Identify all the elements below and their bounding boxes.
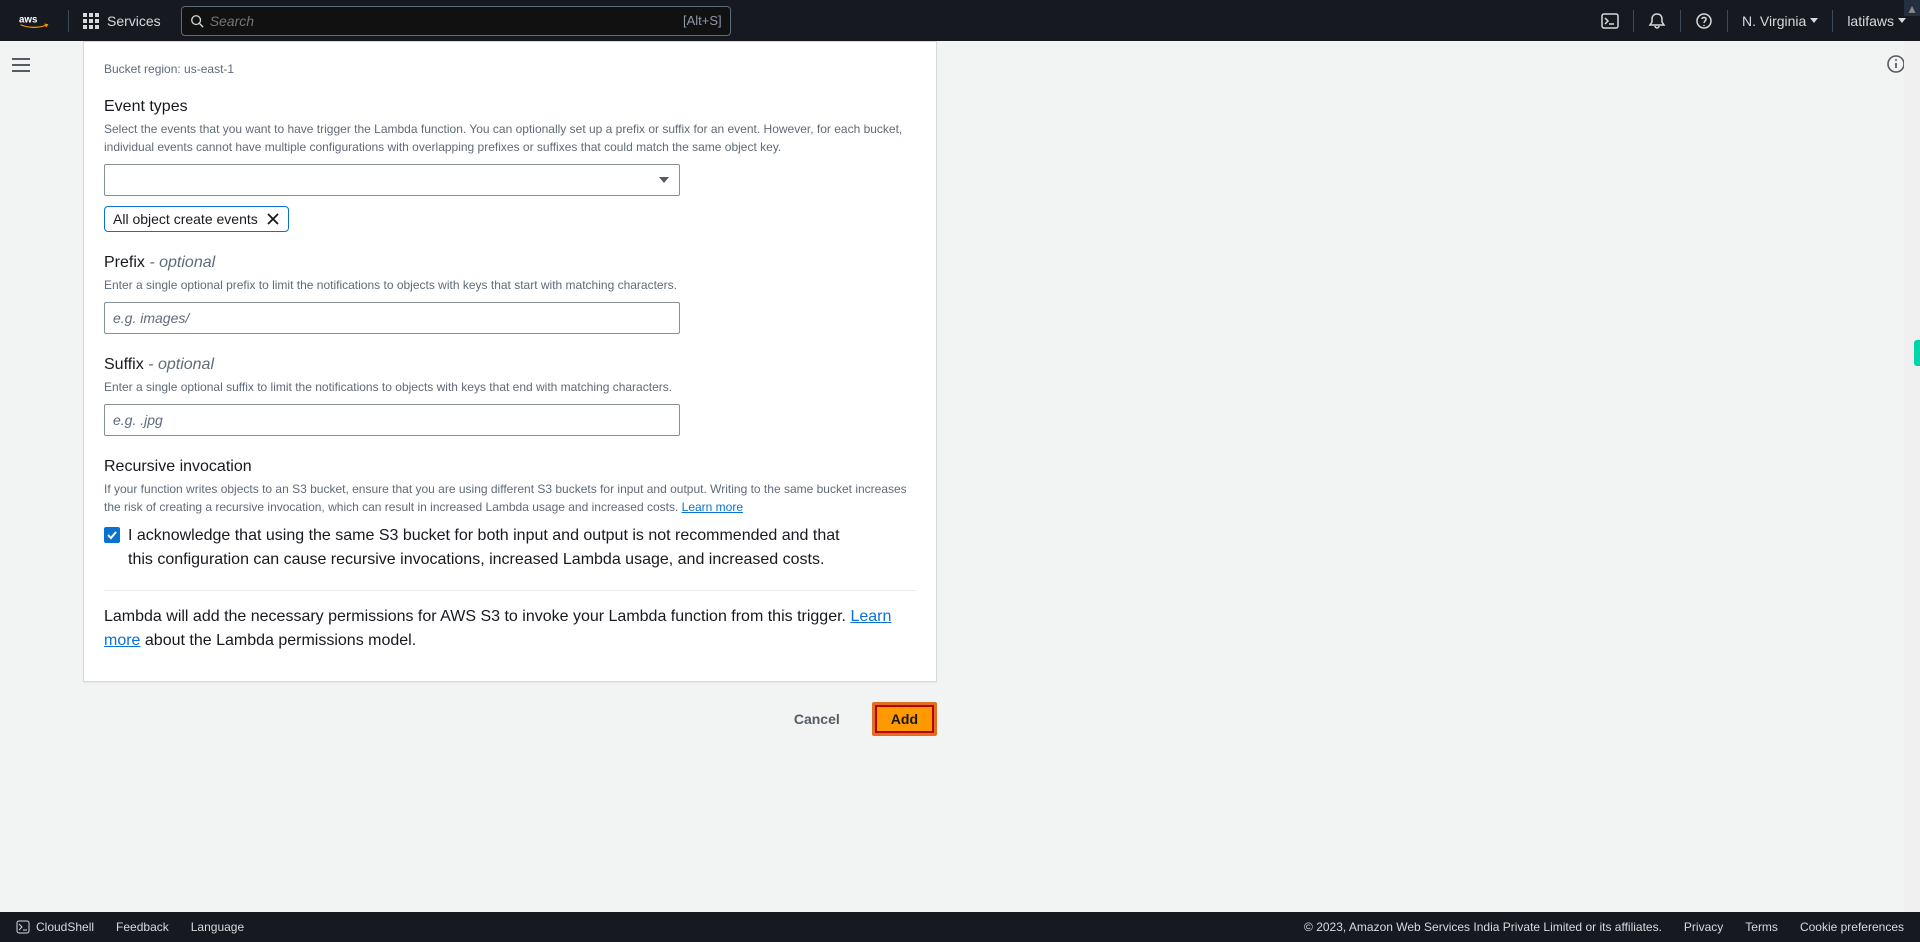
recursive-ack-checkbox[interactable] xyxy=(104,527,120,543)
trigger-config-panel: Bucket region: us-east-1 Event types Sel… xyxy=(83,41,937,682)
prefix-input[interactable] xyxy=(104,302,680,334)
search-icon xyxy=(190,14,204,28)
language-link[interactable]: Language xyxy=(191,920,244,934)
event-types-desc: Select the events that you want to have … xyxy=(104,120,916,156)
form-actions: Cancel Add xyxy=(83,702,937,736)
services-button[interactable]: Services xyxy=(69,13,175,29)
svg-text:aws: aws xyxy=(19,14,38,25)
prefix-label: Prefix - optional xyxy=(104,254,916,272)
aws-logo[interactable]: aws xyxy=(0,12,68,30)
check-icon xyxy=(106,529,118,541)
main-content: Bucket region: us-east-1 Event types Sel… xyxy=(45,41,1908,912)
prefix-field: Prefix - optional Enter a single optiona… xyxy=(104,254,916,334)
help-icon[interactable] xyxy=(1681,0,1727,41)
recursive-ack-row: I acknowledge that using the same S3 buc… xyxy=(104,524,916,572)
bucket-region-text: Bucket region: us-east-1 xyxy=(104,62,916,76)
recursive-desc: If your function writes objects to an S3… xyxy=(104,480,916,516)
add-button-highlight: Add xyxy=(872,702,937,736)
recursive-label: Recursive invocation xyxy=(104,458,916,476)
cookie-prefs-link[interactable]: Cookie preferences xyxy=(1800,920,1904,934)
recursive-learn-more-link[interactable]: Learn more xyxy=(682,500,743,514)
cloudshell-footer-link[interactable]: CloudShell xyxy=(16,920,94,934)
cancel-button[interactable]: Cancel xyxy=(774,702,860,736)
search-input[interactable] xyxy=(204,13,683,29)
event-types-label: Event types xyxy=(104,98,916,116)
event-types-select[interactable] xyxy=(104,164,680,196)
top-navigation: aws Services [Alt+S] N. Virginia latifaw… xyxy=(0,0,1920,41)
suffix-field: Suffix - optional Enter a single optiona… xyxy=(104,356,916,436)
permissions-note: Lambda will add the necessary permission… xyxy=(104,605,916,653)
event-type-tag-label: All object create events xyxy=(113,211,258,227)
footer: CloudShell Feedback Language © 2023, Ama… xyxy=(0,912,1920,942)
region-selector[interactable]: N. Virginia xyxy=(1728,13,1832,29)
services-label: Services xyxy=(107,13,161,29)
add-button[interactable]: Add xyxy=(875,705,934,733)
privacy-link[interactable]: Privacy xyxy=(1684,920,1723,934)
search-shortcut: [Alt+S] xyxy=(683,13,722,28)
terms-link[interactable]: Terms xyxy=(1745,920,1778,934)
suffix-label: Suffix - optional xyxy=(104,356,916,374)
recursive-ack-label: I acknowledge that using the same S3 buc… xyxy=(128,524,868,572)
side-nav-toggle[interactable] xyxy=(8,54,34,79)
recursive-field: Recursive invocation If your function wr… xyxy=(104,458,916,572)
grid-icon xyxy=(83,13,99,29)
scroll-up-arrow[interactable]: ▴ xyxy=(1904,0,1920,16)
suffix-input[interactable] xyxy=(104,404,680,436)
feedback-link[interactable]: Feedback xyxy=(116,920,169,934)
divider xyxy=(104,590,916,591)
event-types-field: Event types Select the events that you w… xyxy=(104,98,916,232)
suffix-desc: Enter a single optional suffix to limit … xyxy=(104,378,916,396)
search-box[interactable]: [Alt+S] xyxy=(181,6,731,36)
chevron-down-icon xyxy=(1898,18,1906,23)
event-type-tag: All object create events xyxy=(104,206,289,232)
notifications-icon[interactable] xyxy=(1634,0,1680,41)
chevron-down-icon xyxy=(1810,18,1818,23)
cloudshell-icon[interactable] xyxy=(1587,0,1633,41)
scroll-accent xyxy=(1914,340,1920,366)
prefix-desc: Enter a single optional prefix to limit … xyxy=(104,276,916,294)
scrollbar-track[interactable] xyxy=(1904,41,1920,912)
copyright-text: © 2023, Amazon Web Services India Privat… xyxy=(1304,920,1662,934)
remove-tag-button[interactable] xyxy=(266,212,280,226)
chevron-down-icon xyxy=(659,177,669,183)
